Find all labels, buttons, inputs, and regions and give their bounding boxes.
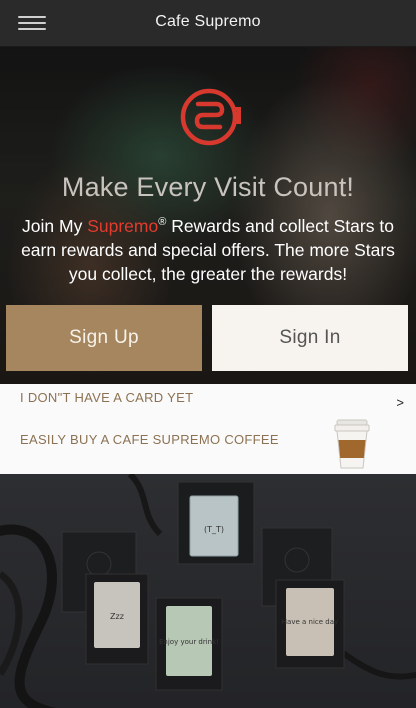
chevron-right-icon[interactable]: > [396, 395, 404, 410]
rewards-hero: Make Every Visit Count! Join My Supremo®… [0, 46, 416, 384]
cafe-supremo-logo [180, 88, 241, 146]
buy-coffee-label[interactable]: EASILY BUY A CAFE SUPREMO COFFEE [20, 432, 279, 447]
gift-box-center: Enjoy your drink! [155, 597, 223, 691]
no-card-row[interactable]: I DON"T HAVE A CARD YET > EASILY BUY A C… [0, 384, 416, 474]
gift-box-top: (T_T) [177, 481, 255, 565]
brand-name: Supremo [87, 215, 159, 236]
gift-card-banner[interactable]: (T_T) Zzz Enjoy your drink! Have a nice … [0, 474, 416, 708]
coffee-cup-icon [334, 419, 370, 469]
hero-headline: Make Every Visit Count! [61, 172, 355, 202]
gift-box-left-bottom: Zzz [85, 573, 149, 665]
no-card-label[interactable]: I DON"T HAVE A CARD YET [20, 390, 193, 405]
hero-subtext: Join My Supremo® Rewards and collect Sta… [14, 210, 402, 286]
gift-card-text-4: Have a nice day [282, 618, 338, 626]
gift-card-text-1: (T_T) [204, 525, 224, 534]
app-title: Cafe Supremo [155, 13, 261, 30]
gift-card-text-3: Enjoy your drink! [159, 638, 219, 646]
gift-box-right-bottom: Have a nice day [275, 579, 345, 669]
sign-up-button[interactable]: Sign Up [6, 305, 202, 371]
gift-card-photo: (T_T) Zzz Enjoy your drink! Have a nice … [0, 474, 416, 708]
sign-in-button[interactable]: Sign In [212, 305, 408, 371]
gift-card-text-2: Zzz [110, 612, 124, 621]
hero-subtext-prefix: Join My [22, 215, 88, 236]
app-bar: Cafe Supremo [0, 0, 416, 46]
